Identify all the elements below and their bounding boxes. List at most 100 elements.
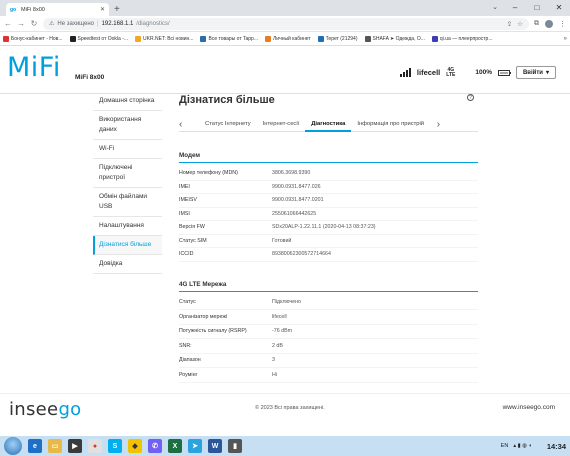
bookmark-item[interactable]: SHAFA ➤ Одежда, О... [364, 35, 425, 42]
row-value: Готовий [272, 237, 292, 244]
profile-avatar[interactable] [545, 19, 553, 28]
table-row: Діапазон 3 [179, 354, 478, 368]
bookmark-item[interactable]: UKR.NET: Всі новин... [135, 35, 193, 42]
bookmark-item[interactable]: Терет (21294) [317, 35, 358, 42]
cabinet-icon [265, 35, 272, 42]
media-icon[interactable]: ▶ [68, 439, 82, 453]
tab-close-icon[interactable]: ✕ [100, 6, 105, 13]
sidebar-item[interactable]: Домашня сторінка [93, 92, 162, 111]
page-title: Дізнатися більше [179, 94, 275, 106]
row-label: SNR: [179, 342, 192, 349]
row-value: 3806.3698.9390 [272, 170, 311, 177]
app-icon[interactable]: ◆ [128, 439, 142, 453]
start-button[interactable] [4, 437, 22, 455]
clock[interactable]: 14:34 [547, 442, 566, 451]
modem-section-title: Модем [179, 152, 478, 163]
tray-icons[interactable]: ▴ ▮ ◍ ◖ [513, 443, 532, 449]
row-label: ICCID [179, 251, 194, 258]
network-type-bottom: LTE [446, 71, 456, 78]
star-icon[interactable]: ☆ [517, 20, 523, 28]
tab-search-icon[interactable]: ⌄ [492, 3, 498, 11]
omnibox-icons: ⇪ ☆ [507, 20, 523, 28]
sidebar-item[interactable]: Дізнатися більше [93, 236, 162, 255]
qi-icon [431, 35, 438, 42]
sidebar-item[interactable]: Підключені пристрої [93, 159, 162, 188]
chrome-icon[interactable]: ● [88, 439, 102, 453]
warning-icon[interactable]: ⚠ [49, 20, 54, 27]
bookmarks-overflow-icon[interactable]: » [564, 36, 567, 42]
sidebar-item[interactable]: Налаштування [93, 217, 162, 236]
teret-icon [317, 35, 324, 42]
site-link[interactable]: www.inseego.com [503, 404, 555, 411]
close-window-icon[interactable]: ✕ [548, 0, 570, 16]
system-tray: EN ▴ ▮ ◍ ◖ 14:34 [501, 436, 566, 456]
battery-fill [499, 71, 508, 74]
page-tab[interactable]: Інтернет-сесії [257, 117, 306, 132]
language-indicator[interactable]: EN [501, 443, 509, 449]
toolbar-right: ⧉ ⋮ [534, 19, 566, 28]
bookmark-item[interactable]: Личный кабинет [265, 35, 311, 42]
share-icon[interactable]: ⇪ [507, 20, 512, 28]
row-label: Номер телефону (MDN) [179, 170, 238, 177]
bookmark-item[interactable]: qi.ua — плеерпростр... [431, 35, 493, 42]
viber-icon[interactable]: ✆ [148, 439, 162, 453]
back-icon[interactable]: ← [4, 19, 12, 28]
bookmarks-bar: Бонус-кабинет - Нов... Speedtest от Ookla… [0, 32, 570, 46]
bookmark-label: qi.ua — плеерпростр... [439, 35, 493, 42]
url-separator: | [97, 20, 99, 27]
maximize-icon[interactable]: □ [526, 0, 548, 16]
bookmark-label: Все товары от Tapp... [208, 35, 259, 42]
network-type-icon: 4G LTE [446, 67, 456, 78]
row-label: Статус SIM [179, 237, 207, 244]
table-row: Статус Підключено [179, 296, 478, 310]
table-row: Роумінг Ні [179, 368, 478, 383]
browser-tab[interactable]: go MiFi 8x00 ✕ [6, 3, 109, 16]
word-icon[interactable]: W [208, 439, 222, 453]
sidebar-item[interactable]: Wi-Fi [93, 140, 162, 159]
brand-part-b: go [58, 399, 82, 420]
reload-icon[interactable]: ↻ [30, 19, 38, 28]
row-label: Роумінг [179, 371, 198, 378]
tabs-next-icon[interactable]: › [430, 119, 440, 130]
mifi-logo: MiFi [7, 52, 61, 83]
sidebar-item[interactable]: Довідка [93, 255, 162, 274]
tapp-icon [200, 35, 207, 42]
tabs-prev-icon[interactable]: ‹ [179, 119, 199, 130]
skype-icon[interactable]: S [108, 439, 122, 453]
telegram-icon[interactable]: ➤ [188, 439, 202, 453]
excel-icon[interactable]: X [168, 439, 182, 453]
minimize-icon[interactable]: – [504, 0, 526, 16]
help-icon[interactable]: ? [467, 94, 474, 101]
bookmark-item[interactable]: Speedtest от Ookla -... [69, 35, 128, 42]
row-value: 9900.0931.8477.0201 [272, 197, 324, 204]
row-value: 2 dB [272, 342, 283, 349]
explorer-icon[interactable]: ▭ [48, 439, 62, 453]
taskbar: e ▭ ▶ ● S ◆ ✆ X ➤ W ▮ EN ▴ ▮ ◍ ◖ 14:34 [0, 436, 570, 456]
menu-icon[interactable]: ⋮ [559, 20, 566, 28]
not-secure-label[interactable]: Не захищено [57, 21, 94, 27]
page-tab[interactable]: Статус Інтернету [199, 117, 257, 132]
bookmark-item[interactable]: Бонус-кабинет - Нов... [3, 35, 63, 42]
table-row: Статус SIM Готовий [179, 235, 478, 248]
row-value: 89380062300572714664 [272, 251, 331, 258]
new-tab-button[interactable]: + [114, 3, 120, 16]
row-label: Версія FW [179, 224, 205, 231]
table-row: IMSI 255061066442625 [179, 208, 478, 221]
terminal-icon[interactable]: ▮ [228, 439, 242, 453]
login-button[interactable]: Ввійти ▾ [515, 66, 556, 79]
sidebar-nav: Домашня сторінка Використання даних Wi-Fi П… [93, 92, 162, 274]
forward-icon[interactable]: → [17, 19, 25, 28]
row-label: Організатор мережі [179, 313, 228, 320]
table-row: Організатор мережі lifecell [179, 310, 478, 325]
sidebar-item[interactable]: Використання даних [93, 111, 162, 140]
sidebar-item[interactable]: Обмін файлами USB [93, 188, 162, 217]
chevron-down-icon: ▾ [545, 70, 549, 76]
extensions-icon[interactable]: ⧉ [534, 20, 539, 28]
ie-icon[interactable]: e [28, 439, 42, 453]
row-value: 255061066442625 [272, 210, 317, 217]
page-tab[interactable]: Інформація про пристрій [351, 117, 430, 132]
bookmark-item[interactable]: Все товары от Tapp... [200, 35, 259, 42]
page-tab[interactable]: Діагностика [305, 117, 352, 132]
row-label: IMSI [179, 210, 190, 217]
url-field[interactable]: ⚠ Не захищено | 192.168.1.1/diagnostics/… [43, 17, 529, 30]
